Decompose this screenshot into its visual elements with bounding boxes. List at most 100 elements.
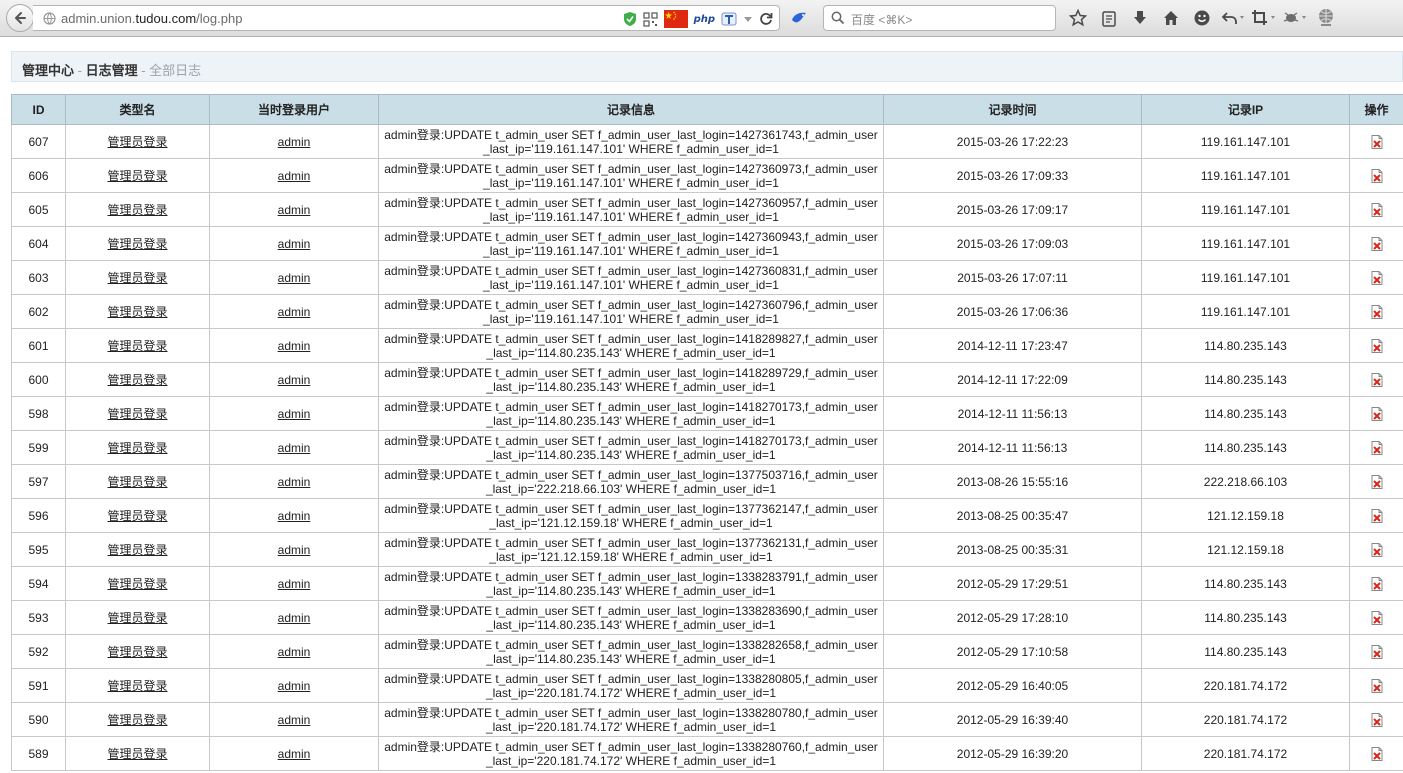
log-user-link[interactable]: admin xyxy=(278,441,311,455)
log-user-link[interactable]: admin xyxy=(278,271,311,285)
bird-extension-icon[interactable] xyxy=(790,10,808,26)
text-tool-icon[interactable] xyxy=(721,11,737,27)
china-flag-icon[interactable] xyxy=(663,10,688,28)
delete-icon[interactable] xyxy=(1371,644,1383,659)
header-message: 记录信息 xyxy=(378,94,884,125)
log-type-link[interactable]: 管理员登录 xyxy=(107,679,167,693)
log-message: admin登录:UPDATE t_admin_user SET f_admin_… xyxy=(378,260,884,295)
log-user-link[interactable]: admin xyxy=(278,509,311,523)
dropdown-triangle-icon[interactable] xyxy=(743,14,753,24)
delete-icon[interactable] xyxy=(1371,712,1383,727)
log-type-link[interactable]: 管理员登录 xyxy=(107,645,167,659)
delete-icon[interactable] xyxy=(1371,338,1383,353)
delete-icon[interactable] xyxy=(1371,270,1383,285)
delete-icon[interactable] xyxy=(1371,304,1383,319)
log-user-link[interactable]: admin xyxy=(278,679,311,693)
crop-tool-button[interactable] xyxy=(1248,6,1279,30)
log-type-link[interactable]: 管理员登录 xyxy=(107,305,167,319)
log-ip: 114.80.235.143 xyxy=(1141,566,1350,601)
globe-icon xyxy=(43,12,56,25)
log-type-link[interactable]: 管理员登录 xyxy=(107,747,167,761)
log-type-link[interactable]: 管理员登录 xyxy=(107,203,167,217)
url-bar[interactable]: admin.union.tudou.com/log.php php xyxy=(33,5,780,31)
delete-icon[interactable] xyxy=(1371,236,1383,251)
log-type-cell: 管理员登录 xyxy=(65,158,210,193)
page-content: 管理中心 - 日志管理 - 全部日志 ID 类型名 当时登录用户 记录信息 记录… xyxy=(0,37,1403,773)
log-message-line1: admin登录:UPDATE t_admin_user SET f_admin_… xyxy=(384,467,878,482)
shield-check-icon[interactable] xyxy=(623,11,637,27)
log-type-link[interactable]: 管理员登录 xyxy=(107,169,167,183)
profile-button[interactable] xyxy=(1310,6,1341,30)
log-user-link[interactable]: admin xyxy=(278,169,311,183)
log-type-cell: 管理员登录 xyxy=(65,430,210,465)
delete-icon[interactable] xyxy=(1371,610,1383,625)
table-row: 595 管理员登录 admin admin登录:UPDATE t_admin_user… xyxy=(11,532,1403,567)
log-user-link[interactable]: admin xyxy=(278,611,311,625)
log-type-link[interactable]: 管理员登录 xyxy=(107,713,167,727)
log-type-link[interactable]: 管理员登录 xyxy=(107,577,167,591)
log-type-link[interactable]: 管理员登录 xyxy=(107,135,167,149)
emoji-button[interactable] xyxy=(1186,6,1217,30)
table-row: 601 管理员登录 admin admin登录:UPDATE t_admin_user… xyxy=(11,328,1403,363)
delete-icon[interactable] xyxy=(1371,508,1383,523)
log-user-link[interactable]: admin xyxy=(278,339,311,353)
bookmark-star-button[interactable] xyxy=(1062,6,1093,30)
delete-icon[interactable] xyxy=(1371,678,1383,693)
log-type-link[interactable]: 管理员登录 xyxy=(107,339,167,353)
log-user-link[interactable]: admin xyxy=(278,713,311,727)
log-type-link[interactable]: 管理员登录 xyxy=(107,441,167,455)
delete-icon[interactable] xyxy=(1371,440,1383,455)
log-type-link[interactable]: 管理员登录 xyxy=(107,611,167,625)
log-message-line2: _last_ip='114.80.235.143' WHERE f_admin_… xyxy=(486,617,776,632)
url-text[interactable]: admin.union.tudou.com/log.php xyxy=(61,11,242,26)
log-user-link[interactable]: admin xyxy=(278,373,311,387)
downloads-button[interactable] xyxy=(1124,6,1155,30)
log-user-link[interactable]: admin xyxy=(278,645,311,659)
undo-button[interactable] xyxy=(1217,6,1248,30)
log-user-link[interactable]: admin xyxy=(278,747,311,761)
log-type-link[interactable]: 管理员登录 xyxy=(107,407,167,421)
search-bar[interactable]: 百度 <⌘K> xyxy=(823,5,1056,31)
delete-icon[interactable] xyxy=(1371,168,1383,183)
reload-icon[interactable] xyxy=(759,12,773,26)
php-badge-icon[interactable]: php xyxy=(694,14,715,25)
log-message: admin登录:UPDATE t_admin_user SET f_admin_… xyxy=(378,328,884,363)
extension-bug-button[interactable] xyxy=(1279,6,1310,30)
search-input[interactable]: 百度 <⌘K> xyxy=(851,11,912,28)
log-table: ID 类型名 当时登录用户 记录信息 记录时间 记录IP 操作 607 管理员登录… xyxy=(11,94,1403,771)
delete-icon[interactable] xyxy=(1371,576,1383,591)
delete-icon[interactable] xyxy=(1371,202,1383,217)
log-type-link[interactable]: 管理员登录 xyxy=(107,271,167,285)
log-user-link[interactable]: admin xyxy=(278,203,311,217)
log-user-link[interactable]: admin xyxy=(278,305,311,319)
delete-icon[interactable] xyxy=(1371,542,1383,557)
breadcrumb: 管理中心 - 日志管理 - 全部日志 xyxy=(11,51,1403,82)
delete-icon[interactable] xyxy=(1371,746,1383,761)
delete-icon[interactable] xyxy=(1371,372,1383,387)
back-button[interactable] xyxy=(6,4,34,32)
log-id: 592 xyxy=(11,634,66,669)
log-id: 591 xyxy=(11,668,66,703)
delete-icon[interactable] xyxy=(1371,406,1383,421)
log-type-link[interactable]: 管理员登录 xyxy=(107,543,167,557)
table-row: 596 管理员登录 admin admin登录:UPDATE t_admin_user… xyxy=(11,498,1403,533)
log-user-link[interactable]: admin xyxy=(278,543,311,557)
log-user-link[interactable]: admin xyxy=(278,475,311,489)
table-row: 594 管理员登录 admin admin登录:UPDATE t_admin_user… xyxy=(11,566,1403,601)
log-type-link[interactable]: 管理员登录 xyxy=(107,509,167,523)
log-id: 593 xyxy=(11,600,66,635)
home-button[interactable] xyxy=(1155,6,1186,30)
reading-list-button[interactable] xyxy=(1093,6,1124,30)
table-row: 598 管理员登录 admin admin登录:UPDATE t_admin_user… xyxy=(11,396,1403,431)
log-type-link[interactable]: 管理员登录 xyxy=(107,475,167,489)
log-user-link[interactable]: admin xyxy=(278,135,311,149)
qr-code-icon[interactable] xyxy=(642,11,658,27)
delete-icon[interactable] xyxy=(1371,134,1383,149)
delete-icon[interactable] xyxy=(1371,474,1383,489)
log-user-link[interactable]: admin xyxy=(278,237,311,251)
log-type-link[interactable]: 管理员登录 xyxy=(107,237,167,251)
log-type-link[interactable]: 管理员登录 xyxy=(107,373,167,387)
log-id: 606 xyxy=(11,158,66,193)
log-user-link[interactable]: admin xyxy=(278,577,311,591)
log-user-link[interactable]: admin xyxy=(278,407,311,421)
